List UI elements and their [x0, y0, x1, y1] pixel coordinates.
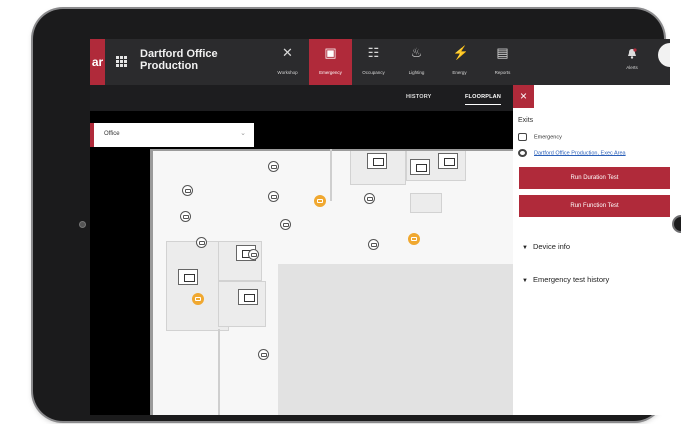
nav-tab-reports[interactable]: ▤ Reports — [481, 39, 524, 85]
lightning-icon: ⚡ — [452, 45, 469, 60]
chevron-down-icon: ▼ — [522, 245, 528, 251]
light-fitting-icon[interactable] — [258, 349, 269, 360]
chevron-down-icon: ▼ — [522, 278, 528, 284]
floor-select[interactable]: Office ⌄ — [90, 123, 254, 147]
app-grid-icon[interactable] — [116, 56, 127, 67]
floorplan-canvas[interactable]: Office ⌄ — [90, 111, 513, 415]
exit-sign-icon[interactable] — [367, 153, 387, 169]
close-button[interactable]: × — [513, 85, 534, 108]
light-fitting-icon[interactable] — [280, 219, 291, 230]
device-type-row: Emergency — [518, 133, 562, 141]
top-app-bar: ar Dartford Office Production ✕ Workshop… — [90, 39, 670, 85]
panel-title: Exits — [518, 117, 534, 124]
tools-icon: ✕ — [282, 45, 293, 60]
emergency-history-section[interactable]: ▼ Emergency test history — [522, 275, 609, 284]
app-screen: ar Dartford Office Production ✕ Workshop… — [90, 39, 670, 415]
home-button[interactable] — [672, 215, 681, 233]
warning-fitting-icon[interactable] — [192, 293, 204, 305]
emergency-light-icon — [518, 133, 527, 141]
nav-tab-occupancy[interactable]: ☷ Occupancy — [352, 39, 395, 85]
wall — [330, 149, 332, 201]
floorplan-map[interactable] — [150, 149, 513, 415]
light-fitting-icon[interactable] — [268, 191, 279, 202]
exit-sign-icon[interactable] — [238, 289, 258, 305]
light-fitting-icon[interactable] — [180, 211, 191, 222]
alerts-button[interactable]: Alerts — [618, 39, 646, 85]
location-icon — [518, 149, 527, 157]
open-area — [278, 264, 513, 415]
nav-tab-emergency[interactable]: ▣ Emergency — [309, 39, 352, 85]
avatar[interactable] — [658, 43, 670, 67]
nav-tab-workshop[interactable]: ✕ Workshop — [266, 39, 309, 85]
exit-sign-icon[interactable] — [178, 269, 198, 285]
tab-history[interactable]: HISTORY — [406, 94, 432, 100]
exit-sign-icon[interactable] — [410, 159, 430, 175]
device-location-row: Dartford Office Production, Exec Area — [518, 149, 626, 157]
run-function-test-button[interactable]: Run Function Test — [519, 195, 670, 217]
camera-icon — [79, 221, 86, 228]
emergency-exit-icon: ▣ — [324, 45, 337, 60]
exit-sign-icon[interactable] — [438, 153, 458, 169]
light-fitting-icon[interactable] — [268, 161, 279, 172]
nav-tab-lighting[interactable]: ♨ Lighting — [395, 39, 438, 85]
light-fitting-icon[interactable] — [364, 193, 375, 204]
people-icon: ☷ — [367, 45, 380, 60]
device-info-section[interactable]: ▼ Device info — [522, 242, 570, 251]
light-fitting-icon[interactable] — [368, 239, 379, 250]
room — [410, 193, 442, 213]
warning-fitting-icon[interactable] — [408, 233, 420, 245]
tablet-frame: ar Dartford Office Production ✕ Workshop… — [33, 9, 681, 421]
wall — [218, 329, 220, 415]
lighting-icon: ♨ — [410, 45, 423, 60]
nav-tab-energy[interactable]: ⚡ Energy — [438, 39, 481, 85]
light-fitting-icon[interactable] — [248, 249, 259, 260]
tab-floorplan[interactable]: FLOORPLAN — [465, 94, 502, 105]
warning-fitting-icon[interactable] — [314, 195, 326, 207]
device-detail-panel: × Exits Emergency Dartford Office Produc… — [513, 85, 670, 415]
report-icon: ▤ — [496, 45, 509, 60]
run-duration-test-button[interactable]: Run Duration Test — [519, 167, 670, 189]
light-fitting-icon[interactable] — [196, 237, 207, 248]
location-link[interactable]: Dartford Office Production, Exec Area — [534, 150, 626, 156]
menu-tab[interactable]: ar — [90, 39, 105, 85]
wall — [150, 149, 153, 415]
chevron-down-icon: ⌄ — [240, 130, 246, 137]
site-title[interactable]: Dartford Office Production — [140, 48, 250, 72]
light-fitting-icon[interactable] — [182, 185, 193, 196]
bell-icon — [628, 48, 637, 59]
